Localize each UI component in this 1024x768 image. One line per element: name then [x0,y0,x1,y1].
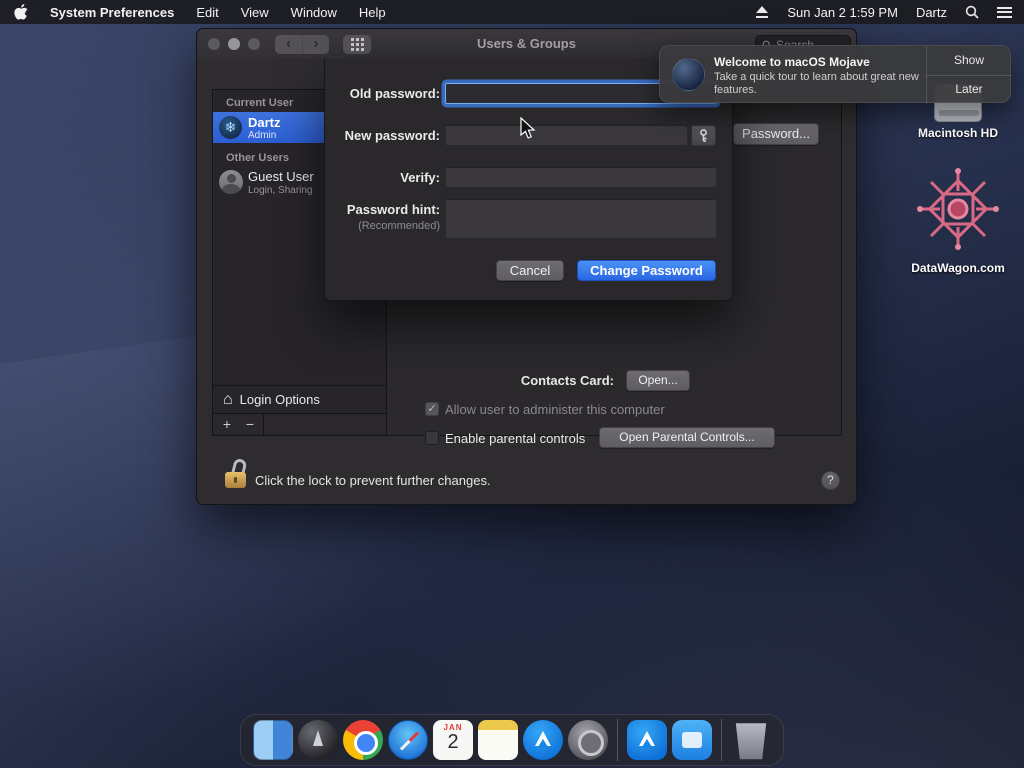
app-store-icon[interactable] [523,720,563,760]
trash-icon[interactable] [735,723,767,760]
menu-view[interactable]: View [241,5,269,20]
toolbar-divider [263,414,264,436]
contacts-card-label: Contacts Card: [520,373,614,388]
password-hint-label: Password hint: [346,202,440,217]
apple-menu[interactable] [14,4,28,20]
menu-app-name[interactable]: System Preferences [50,5,174,20]
mouse-cursor [520,117,536,139]
menu-window[interactable]: Window [291,5,337,20]
guest-avatar [219,170,243,194]
admin-checkbox-label: Allow user to administer this computer [445,402,665,417]
menu-help[interactable]: Help [359,5,386,20]
menu-edit[interactable]: Edit [196,5,218,20]
section-other-users: Other Users [226,152,289,164]
lock-icon[interactable] [223,457,249,495]
admin-checkbox[interactable]: ✓ [425,402,439,416]
calendar-day: 2 [447,731,459,753]
snowflake-avatar: ❄ [219,116,242,139]
safari-icon[interactable] [388,720,428,760]
notification-center-icon[interactable] [997,6,1012,18]
notification-later-button[interactable]: Later [926,75,1012,104]
menu-user[interactable]: Dartz [916,5,947,20]
dock: JAN 2 [240,714,784,766]
notification-banner[interactable]: Welcome to macOS Mojave Take a quick tou… [659,45,1012,104]
cancel-button[interactable]: Cancel [496,260,564,281]
open-contacts-button[interactable]: Open... [626,370,690,391]
menu-bar: System Preferences Edit View Window Help… [0,0,1024,24]
datawagon-icon[interactable] [916,166,1000,252]
recent-app-store-icon[interactable] [627,720,667,760]
login-options-label: Login Options [239,392,320,407]
remove-user-button[interactable]: − [239,416,261,433]
dock-divider [617,719,618,761]
desktop: Macintosh HD DataWagon.com System Prefer… [0,0,1024,768]
finder-icon[interactable] [253,720,293,760]
system-preferences-icon[interactable] [568,720,608,760]
dock-divider [721,719,722,761]
password-assistant-button[interactable] [691,125,716,146]
home-icon: ⌂ [223,390,233,408]
chrome-icon[interactable] [343,720,383,760]
change-password-button[interactable]: Password... [733,123,819,145]
sidebar-toolbar: + − [213,413,386,436]
add-user-button[interactable]: + [216,416,238,433]
user-role: Admin [248,130,277,141]
datawagon-label[interactable]: DataWagon.com [880,261,1024,275]
macintosh-hd-label[interactable]: Macintosh HD [900,126,1016,140]
launchpad-icon[interactable] [298,720,338,760]
help-button[interactable]: ? [821,471,840,490]
password-hint-sublabel: (Recommended) [358,220,440,232]
password-hint-field[interactable] [445,199,717,239]
section-current-user: Current User [226,97,294,109]
globe-icon [672,58,705,91]
key-icon [700,129,707,142]
change-password-submit-button[interactable]: Change Password [577,260,716,281]
eject-icon[interactable] [755,6,769,18]
old-password-label: Old password: [349,86,440,101]
parental-checkbox[interactable] [425,431,439,445]
notification-body: Take a quick tour to learn about great n… [714,71,919,96]
new-password-label: New password: [344,128,440,143]
user-name: Dartz [248,115,281,130]
spotlight-icon[interactable] [965,5,979,19]
recent-blue-app-icon[interactable] [672,720,712,760]
new-password-field[interactable] [445,125,688,146]
calendar-icon[interactable]: JAN 2 [433,720,473,760]
notification-show-button[interactable]: Show [926,46,1012,75]
menu-clock[interactable]: Sun Jan 2 1:59 PM [787,5,898,20]
notification-title: Welcome to macOS Mojave [714,55,870,69]
parental-checkbox-label: Enable parental controls [445,431,586,446]
login-options-row[interactable]: ⌂ Login Options [213,385,386,413]
lock-hint-text: Click the lock to prevent further change… [255,473,491,488]
open-parental-controls-button[interactable]: Open Parental Controls... [599,427,775,448]
notes-icon[interactable] [478,720,518,760]
verify-label: Verify: [400,170,440,185]
verify-field[interactable] [445,167,717,188]
